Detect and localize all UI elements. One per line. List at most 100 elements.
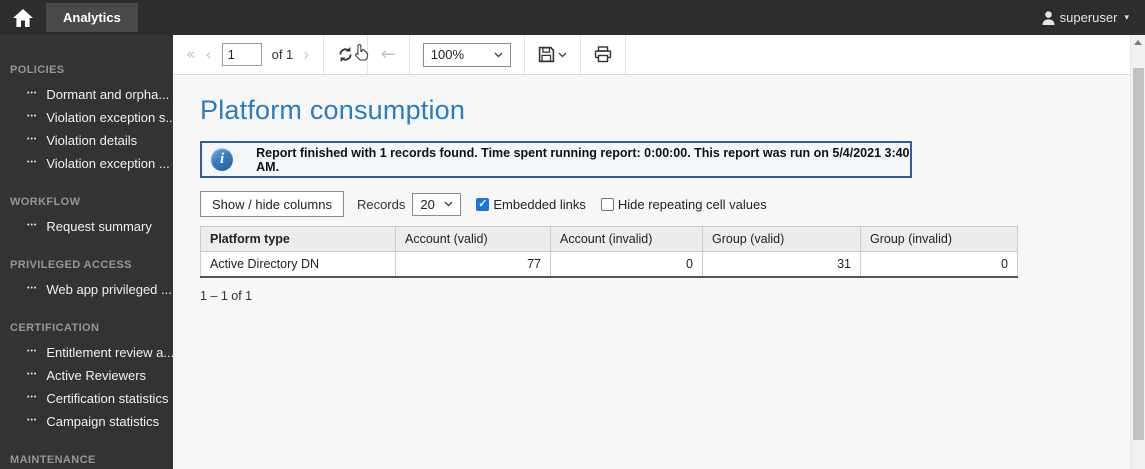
page-title: Platform consumption <box>200 95 466 125</box>
sidebar-item-violation-exception-summary[interactable]: ••• Violation exception s... <box>0 106 173 129</box>
sidebar-item-entitlement-review[interactable]: ••• Entitlement review a... <box>0 341 173 364</box>
sidebar-item-dormant-and-orphaned[interactable]: ••• Dormant and orpha... <box>0 83 173 106</box>
tab-analytics[interactable]: Analytics <box>46 3 138 32</box>
section-title-workflow: WORKFLOW <box>10 196 81 208</box>
sidebar-section-privileged-access: PRIVILEGED ACCESS ••• Web app privileged… <box>0 253 173 301</box>
sidebar-item-label: Request summary <box>46 219 152 234</box>
chevron-down-icon <box>558 52 567 57</box>
zoom-group: 100% <box>410 35 525 74</box>
scrollbar-thumb[interactable] <box>1133 68 1144 440</box>
section-title-certification: CERTIFICATION <box>10 322 100 334</box>
sidebar-item-label: Dormant and orpha... <box>46 87 170 102</box>
refresh-button[interactable] <box>337 46 354 63</box>
records-select[interactable]: 20 <box>412 192 462 216</box>
cell-platform-type: Active Directory DN <box>200 251 396 278</box>
column-header-platform-type[interactable]: Platform type <box>200 226 396 252</box>
sidebar: POLICIES ••• Dormant and orpha... ••• Vi… <box>0 35 173 469</box>
menu-dots-icon: ••• <box>27 136 38 143</box>
checkmark-icon: ✓ <box>478 197 488 210</box>
hide-repeating-label: Hide repeating cell values <box>617 196 767 212</box>
sidebar-item-active-reviewers[interactable]: ••• Active Reviewers <box>0 364 173 387</box>
sidebar-section-certification: CERTIFICATION ••• Entitlement review a..… <box>0 316 173 433</box>
first-page-button[interactable]: « <box>186 47 195 62</box>
report-toolbar: « ‹ of 1 › ← 100% <box>173 35 1130 75</box>
section-title-privileged-access: PRIVILEGED ACCESS <box>10 259 132 271</box>
menu-dots-icon: ••• <box>27 417 38 424</box>
save-button[interactable] <box>538 46 567 63</box>
next-page-button[interactable]: › <box>303 46 309 63</box>
chevron-down-icon <box>494 52 503 57</box>
info-banner: i Report finished with 1 records found. … <box>200 141 912 178</box>
menu-dots-icon: ••• <box>27 348 38 355</box>
sidebar-item-violation-exception[interactable]: ••• Violation exception ... <box>0 152 173 175</box>
embedded-links-checkbox-wrap[interactable]: ✓ Embedded links <box>476 197 586 212</box>
sidebar-section-workflow: WORKFLOW ••• Request summary <box>0 190 173 238</box>
records-label: Records <box>356 196 406 212</box>
prev-page-button[interactable]: ‹ <box>205 46 211 63</box>
report-content: Platform consumption i Report finished w… <box>173 75 1145 303</box>
back-button[interactable]: ← <box>381 45 396 64</box>
sidebar-item-label: Web app privileged ... <box>46 282 172 297</box>
cell-account-invalid: 0 <box>550 251 703 278</box>
info-message: Report finished with 1 records found. Ti… <box>256 145 910 174</box>
save-group <box>525 35 581 74</box>
section-title-policies: POLICIES <box>10 64 65 76</box>
print-group <box>581 35 626 74</box>
section-title-maintenance: MAINTENANCE <box>10 454 96 466</box>
menu-dots-icon: ••• <box>27 113 38 120</box>
records-select-value: 20 <box>420 196 435 212</box>
page-input[interactable] <box>221 43 262 66</box>
show-hide-columns-button[interactable]: Show / hide columns <box>200 191 344 217</box>
top-bar: Analytics superuser ▾ <box>0 0 1145 35</box>
user-icon <box>1042 10 1055 25</box>
home-button[interactable] <box>0 0 46 35</box>
user-name: superuser <box>1059 10 1118 25</box>
sidebar-item-label: Campaign statistics <box>46 414 160 429</box>
menu-dots-icon: ••• <box>27 285 38 292</box>
table-row: Active Directory DN 77 0 31 0 <box>200 251 1018 278</box>
sidebar-section-maintenance: MAINTENANCE ••• Platform consumpt... <box>0 448 173 469</box>
hide-repeating-checkbox[interactable] <box>600 197 614 211</box>
vertical-scrollbar[interactable] <box>1130 35 1145 469</box>
menu-dots-icon: ••• <box>27 90 38 97</box>
chevron-down-icon <box>444 201 453 207</box>
column-header-group-invalid[interactable]: Group (invalid) <box>860 226 1018 252</box>
sidebar-item-campaign-statistics[interactable]: ••• Campaign statistics <box>0 410 173 433</box>
save-icon <box>538 46 554 63</box>
embedded-links-checkbox[interactable]: ✓ <box>476 197 490 211</box>
cell-group-valid: 31 <box>702 251 861 278</box>
refresh-group <box>324 35 368 74</box>
report-table: Platform type Account (valid) Account (i… <box>200 226 1018 278</box>
print-icon <box>594 46 611 63</box>
column-header-account-valid[interactable]: Account (valid) <box>395 226 551 252</box>
embedded-links-label: Embedded links <box>493 196 586 212</box>
pagination-summary: 1 – 1 of 1 <box>200 289 253 303</box>
table-controls: Show / hide columns Records 20 ✓ Embedde… <box>200 191 1145 217</box>
sidebar-item-violation-details[interactable]: ••• Violation details <box>0 129 173 152</box>
info-icon: i <box>211 148 234 171</box>
menu-dots-icon: ••• <box>27 159 38 166</box>
column-header-account-invalid[interactable]: Account (invalid) <box>550 226 703 252</box>
home-icon <box>13 8 33 27</box>
column-header-group-valid[interactable]: Group (valid) <box>702 226 861 252</box>
main-area: « ‹ of 1 › ← 100% <box>173 35 1145 469</box>
sidebar-item-label: Certification statistics <box>46 391 169 406</box>
zoom-select[interactable]: 100% <box>422 42 511 67</box>
page-of-label: of 1 <box>271 47 294 62</box>
sidebar-item-certification-statistics[interactable]: ••• Certification statistics <box>0 387 173 410</box>
sidebar-item-label: Violation exception s... <box>46 110 173 125</box>
sidebar-item-request-summary[interactable]: ••• Request summary <box>0 215 173 238</box>
hide-repeating-checkbox-wrap[interactable]: Hide repeating cell values <box>600 196 767 212</box>
table-header-row: Platform type Account (valid) Account (i… <box>200 226 1018 252</box>
refresh-icon <box>339 46 352 63</box>
sidebar-item-web-app-privileged[interactable]: ••• Web app privileged ... <box>0 278 173 301</box>
scroll-up-arrow[interactable] <box>1134 40 1142 45</box>
print-button[interactable] <box>594 46 612 63</box>
sidebar-item-label: Violation exception ... <box>46 156 170 171</box>
menu-dots-icon: ••• <box>27 222 38 229</box>
user-menu[interactable]: superuser ▾ <box>1042 10 1145 25</box>
pagination-group: « ‹ of 1 › <box>173 35 324 74</box>
zoom-select-value: 100% <box>430 47 465 62</box>
cell-group-invalid: 0 <box>860 251 1018 278</box>
chevron-down-icon: ▾ <box>1124 12 1129 22</box>
